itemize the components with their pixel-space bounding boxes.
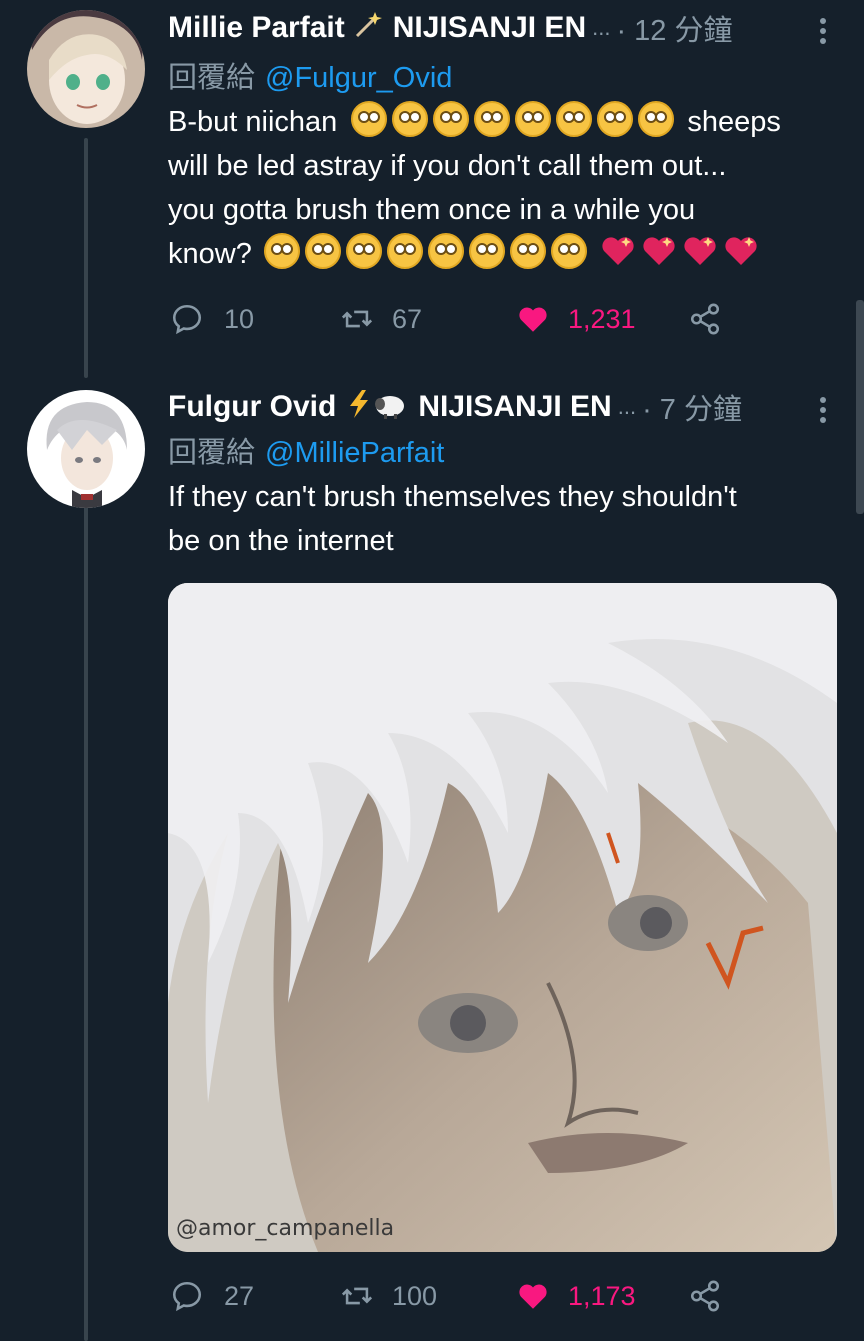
retweet-count: 67 (392, 303, 423, 334)
share-icon (690, 1280, 720, 1312)
rolling-eyes-emoji-icon (638, 101, 675, 137)
reply-handle[interactable]: @MillieParfait (265, 437, 444, 469)
reply-icon (172, 1281, 202, 1312)
display-name[interactable]: Millie Parfait (168, 11, 345, 45)
heart-filled-icon (519, 1284, 547, 1309)
like-button[interactable]: 1,231 (516, 302, 688, 336)
display-name[interactable]: Fulgur Ovid (168, 390, 336, 424)
avatar-fulgur[interactable] (27, 390, 145, 508)
retweet-icon (341, 310, 373, 328)
rolling-eyes-emoji-icon (550, 233, 587, 269)
heart-filled-icon (519, 307, 547, 332)
tweet-text-line: B-but niichan (168, 106, 338, 138)
more-options-icon[interactable] (818, 397, 828, 427)
timestamp[interactable]: · 7 分鐘 (642, 386, 742, 428)
lightning-sheep-icon (344, 388, 408, 427)
rolling-eyes-emoji-icon (351, 101, 388, 137)
tweet-text-line: you gotta brush them once in a while you (168, 194, 696, 226)
rolling-eyes-emoji-icon (515, 101, 552, 137)
rolling-eyes-emoji-icon (556, 101, 593, 137)
name-ellipsis: ... (617, 394, 637, 419)
sparkling-heart-emoji-icon (684, 237, 716, 265)
reply-button[interactable]: 10 (170, 302, 340, 336)
reply-prefix: 回覆給 (168, 437, 256, 469)
reply-to-line: 回覆給 @Fulgur_Ovid (168, 56, 828, 100)
like-button[interactable]: 1,173 (516, 1279, 688, 1313)
affiliation[interactable]: NIJISANJI EN (418, 390, 611, 424)
reply-count: 27 (224, 1280, 255, 1311)
retweet-button[interactable]: 67 (340, 302, 516, 336)
tweet-text-line: be on the internet (168, 525, 394, 557)
reply-to-line: 回覆給 @MillieParfait (168, 431, 828, 475)
tweet-millie[interactable]: Millie Parfait NIJISANJI EN ... · 12 分鐘 … (0, 0, 864, 380)
sparkling-heart-emoji-icon (643, 237, 675, 265)
tweet-text: If they can't brush themselves they shou… (168, 475, 828, 563)
avatar-millie[interactable] (27, 10, 145, 128)
rolling-eyes-emoji-icon (263, 233, 300, 269)
share-button[interactable] (688, 1279, 722, 1313)
rolling-eyes-emoji-icon (474, 101, 511, 137)
affiliation[interactable]: NIJISANJI EN (393, 11, 586, 45)
retweet-count: 100 (392, 1280, 438, 1311)
tweet-text: B-but niichan sheeps will be led astray … (168, 100, 828, 276)
rolling-eyes-emoji-icon (427, 233, 464, 269)
rolling-eyes-emoji-icon (304, 233, 341, 269)
rolling-eyes-emoji-icon (392, 101, 429, 137)
rolling-eyes-emoji-icon (433, 101, 470, 137)
rolling-eyes-emoji-icon (597, 101, 634, 137)
more-options-icon[interactable] (818, 18, 828, 48)
rolling-eyes-emoji-icon (386, 233, 423, 269)
magic-wand-icon (353, 10, 383, 47)
rolling-eyes-emoji-icon (345, 233, 382, 269)
share-icon (690, 303, 720, 335)
rolling-eyes-emoji-icon (468, 233, 505, 269)
tweet-header: Fulgur Ovid NIJISANJI EN ... · 7 分鐘 (168, 385, 828, 429)
artist-signature: @amor_campanella (176, 1216, 394, 1241)
reply-count: 10 (224, 303, 255, 334)
retweet-button[interactable]: 100 (340, 1279, 516, 1313)
tweet-text-line: know? (168, 238, 252, 270)
tweet-text-line: will be led astray if you don't call the… (168, 150, 727, 182)
name-ellipsis: ... (592, 15, 611, 40)
sparkling-heart-emoji-icon (725, 237, 757, 265)
tweet-actions: 27 100 1,173 (170, 1274, 730, 1318)
tweet-media-image[interactable]: @amor_campanella (168, 583, 837, 1252)
tweet-text-line: sheeps (687, 106, 781, 138)
sparkling-heart-emoji-icon (602, 237, 634, 265)
reply-icon (172, 304, 202, 335)
reply-button[interactable]: 27 (170, 1279, 340, 1313)
like-count: 1,231 (568, 303, 636, 334)
timestamp[interactable]: · 12 分鐘 (616, 7, 732, 49)
rolling-eyes-emoji-icon (509, 233, 546, 269)
reply-prefix: 回覆給 (168, 62, 256, 94)
share-button[interactable] (688, 302, 722, 336)
illustration: @amor_campanella (168, 583, 837, 1252)
retweet-icon (341, 1287, 373, 1305)
tweet-header: Millie Parfait NIJISANJI EN ... · 12 分鐘 (168, 6, 828, 50)
like-count: 1,173 (568, 1280, 636, 1311)
reply-handle[interactable]: @Fulgur_Ovid (265, 62, 452, 94)
tweet-text-line: If they can't brush themselves they shou… (168, 481, 737, 513)
tweet-actions: 10 67 1,231 (170, 297, 730, 341)
